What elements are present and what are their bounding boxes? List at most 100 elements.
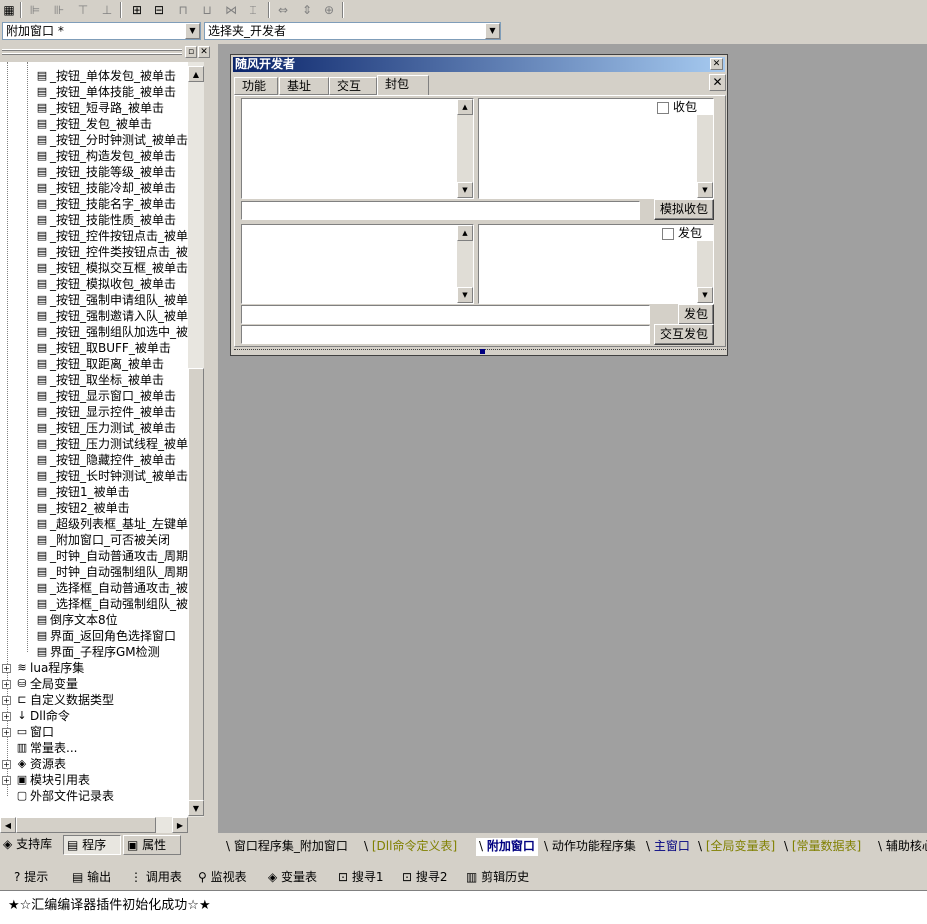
tree-item-subroutine[interactable]: ▤ _按钮_短寻路_被单击 (34, 100, 164, 116)
send-source-editbox[interactable]: ▲ ▼ (241, 224, 474, 304)
scroll-down-icon[interactable]: ▼ (457, 287, 473, 303)
size-v-icon[interactable]: ⇕ (298, 1, 316, 19)
space-v-icon[interactable]: ⌶ (244, 1, 262, 19)
document-tab[interactable]: \ 辅助核心 (878, 838, 927, 856)
center-h-icon[interactable]: ⊞ (128, 1, 146, 19)
tree-item-subroutine[interactable]: ▤ _按钮_模拟收包_被单击 (34, 276, 176, 292)
scroll-thumb[interactable] (16, 817, 156, 833)
tree-item-subroutine[interactable]: ▤ _按钮1_被单击 (34, 484, 130, 500)
recv-checkbox[interactable]: 收包 (657, 100, 698, 114)
recv-packet-input[interactable] (241, 201, 640, 220)
tree-item-subroutine[interactable]: ▤ _按钮_模拟交互框_被单击 (34, 260, 188, 276)
tab-library[interactable]: ◈ 支持库 (0, 835, 62, 855)
tree-item-subroutine[interactable]: ▤ _按钮_强制申请组队_被单击 (34, 292, 188, 308)
output-panel[interactable]: ★☆汇编编译器插件初始化成功☆★ (0, 890, 927, 924)
output-tab[interactable]: ◈ 变量表 (268, 868, 317, 888)
interact-packet-input[interactable] (241, 325, 650, 344)
tree-item-subroutine[interactable]: ▤ _按钮_技能等级_被单击 (34, 164, 176, 180)
tree-item-subroutine[interactable]: ▤ _按钮_控件按钮点击_被单击 (34, 228, 188, 244)
align-left-icon[interactable]: ⊫ (26, 1, 44, 19)
expander-icon[interactable]: + (2, 776, 11, 785)
checkbox-box[interactable] (657, 101, 669, 114)
tab-base-address[interactable]: 基址 (279, 77, 329, 95)
size-both-icon[interactable]: ⊕ (320, 1, 338, 19)
tab-program[interactable]: ▤ 程序 (63, 835, 121, 855)
window-title-bar[interactable]: 随风开发者 ✕ (233, 57, 725, 72)
tab-interaction[interactable]: 交互 (329, 77, 377, 95)
close-icon[interactable]: ✕ (709, 74, 726, 91)
editbox-scrollbar[interactable]: ▲ ▼ (457, 99, 473, 198)
output-tab[interactable]: ? 提示 (14, 868, 48, 888)
editbox-scrollbar[interactable]: ▲ ▼ (457, 225, 473, 303)
scroll-right-icon[interactable]: ▶ (172, 817, 188, 833)
tree-item-subroutine[interactable]: ▤_按钮_强制组队加选中_被单击 (34, 324, 188, 340)
recv-packet-editbox[interactable]: 收包 ▼ (478, 98, 714, 199)
chevron-down-icon[interactable]: ▼ (185, 23, 200, 39)
scroll-down-icon[interactable]: ▼ (457, 182, 473, 198)
tree-item-subroutine[interactable]: ▤ _附加窗口_可否被关闭 (34, 532, 170, 548)
send-checkbox[interactable]: 发包 (662, 226, 703, 240)
size-h-icon[interactable]: ⇔ (274, 1, 292, 19)
tree-item-subroutine[interactable]: ▤_时钟_自动普通攻击_周期事件 (34, 548, 188, 564)
tree-item-root[interactable]: + ◈ 资源表 (0, 756, 66, 772)
align-right-icon[interactable]: ⊪ (50, 1, 68, 19)
output-tab[interactable]: ▥ 剪辑历史 (466, 868, 529, 888)
tree-item-root[interactable]: ▥ 常量表... (0, 740, 78, 756)
center-v-icon[interactable]: ⊟ (150, 1, 168, 19)
send-button[interactable]: 发包 (678, 304, 714, 325)
document-tab[interactable]: \ 窗口程序集_附加窗口 (226, 838, 348, 856)
tree-item-subroutine[interactable]: ▤ _按钮_显示窗口_被单击 (34, 388, 176, 404)
tree-item-subroutine[interactable]: ▤ _按钮_取坐标_被单击 (34, 372, 164, 388)
scroll-down-icon[interactable]: ▼ (188, 800, 204, 816)
tree-item-subroutine[interactable]: ▤ _按钮_分时钟测试_被单击 (34, 132, 188, 148)
panel-grip[interactable] (2, 53, 182, 55)
tree-item-subroutine[interactable]: ▤ _按钮_长时钟测试_被单击 (34, 468, 188, 484)
tree-item-subroutine[interactable]: ▤ _按钮_单体发包_被单击 (34, 68, 176, 84)
tree-item-subroutine[interactable]: ▤ _按钮_显示控件_被单击 (34, 404, 176, 420)
tree-item-subroutine[interactable]: ▤ _按钮_技能性质_被单击 (34, 212, 176, 228)
tab-packet[interactable]: 封包 (377, 75, 429, 95)
output-tab[interactable]: ⋮ 调用表 (130, 868, 182, 888)
tree-item-subroutine[interactable]: ▤ _按钮_单体技能_被单击 (34, 84, 176, 100)
document-tab[interactable]: \ 动作功能程序集 (544, 838, 636, 856)
expander-icon[interactable]: + (2, 696, 11, 705)
send-packet-editbox[interactable]: 发包 ▼ (478, 224, 714, 304)
close-icon[interactable]: ✕ (198, 46, 210, 58)
document-tab[interactable]: \ 主窗口 (646, 838, 690, 856)
tree-item-subroutine[interactable]: ▤ 界面_返回角色选择窗口 (34, 628, 176, 644)
grid-icon[interactable]: ▦ (0, 1, 18, 19)
document-tab[interactable]: \ [全局变量表] (698, 838, 775, 856)
output-tab[interactable]: ⊡ 搜寻2 (402, 868, 448, 888)
same-width-icon[interactable]: ⊓ (174, 1, 192, 19)
expander-icon[interactable]: + (2, 664, 11, 673)
tree-item-subroutine[interactable]: ▤ _按钮_取BUFF_被单击 (34, 340, 171, 356)
document-tab[interactable]: \ [常量数据表] (784, 838, 861, 856)
editbox-scrollbar[interactable]: ▼ (697, 241, 713, 303)
tree-item-subroutine[interactable]: ▤_选择框_自动强制组队_被单击 (34, 596, 188, 612)
scroll-down-icon[interactable]: ▼ (697, 287, 713, 303)
send-packet-input[interactable] (241, 305, 650, 324)
tree-item-root[interactable]: + ▭ 窗口 (0, 724, 54, 740)
tab-property[interactable]: ▣ 属性 (123, 835, 181, 855)
tab-function[interactable]: 功能 (234, 77, 278, 95)
tree-item-subroutine[interactable]: ▤_时钟_自动强制组队_周期事件 (34, 564, 188, 580)
expander-icon[interactable]: + (2, 728, 11, 737)
tree-item-subroutine[interactable]: ▤ _按钮_技能冷却_被单击 (34, 180, 176, 196)
tree-item-root[interactable]: + ⊏ 自定义数据类型 (0, 692, 114, 708)
chevron-down-icon[interactable]: ▼ (485, 23, 500, 39)
tree-item-subroutine[interactable]: ▤ 界面_子程序GM检测 (34, 644, 160, 660)
align-top-icon[interactable]: ⊤ (74, 1, 92, 19)
expander-icon[interactable]: + (2, 680, 11, 689)
program-tree[interactable]: ▤ _按钮_单体发包_被单击 ▤ _按钮_单体技能_被单击 ▤ _按钮_短寻路_被单击 ▤ _… (0, 62, 188, 817)
control-selector-combo[interactable]: 选择夹_开发者 ▼ (204, 22, 501, 40)
simulate-recv-button[interactable]: 模拟收包 (654, 199, 714, 220)
tree-item-subroutine[interactable]: ▤ _按钮_隐藏控件_被单击 (34, 452, 176, 468)
expander-icon[interactable]: + (2, 760, 11, 769)
scroll-up-icon[interactable]: ▲ (457, 99, 473, 115)
output-tab[interactable]: ▤ 输出 (72, 868, 111, 888)
scroll-left-icon[interactable]: ◀ (0, 817, 16, 833)
output-tab[interactable]: ⊡ 搜寻1 (338, 868, 384, 888)
window-selector-combo[interactable]: 附加窗口 * ▼ (2, 22, 201, 40)
tree-item-root[interactable]: + ≋ lua程序集 (0, 660, 84, 676)
restore-icon[interactable]: ▫ (185, 46, 197, 58)
